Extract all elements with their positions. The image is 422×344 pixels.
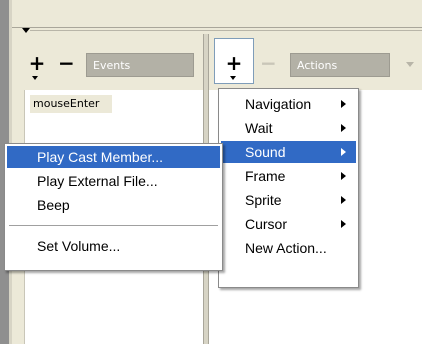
submenu-arrow-icon [341, 196, 346, 204]
submenu-arrow-icon [341, 148, 346, 156]
menu-separator [9, 225, 218, 229]
submenu-arrow-icon [341, 124, 346, 132]
menu-item-beep[interactable]: Beep [7, 194, 220, 216]
add-action-dropdown-icon[interactable] [230, 76, 236, 80]
menu-item-frame[interactable]: Frame [221, 165, 356, 187]
menu-item-label: Cursor [245, 216, 288, 232]
panel-top-bar [12, 0, 422, 28]
sound-submenu: Play Cast Member... Play External File..… [4, 143, 223, 271]
add-event-button[interactable]: + [26, 50, 48, 78]
remove-action-button[interactable]: − [260, 50, 277, 78]
add-event-dropdown-icon[interactable] [32, 76, 38, 80]
menu-item-label: Frame [245, 168, 286, 184]
menu-item-label: Beep [37, 197, 70, 213]
menu-item-wait[interactable]: Wait [221, 117, 356, 139]
submenu-arrow-icon [341, 100, 346, 108]
event-list-item-mouseenter[interactable]: mouseEnter [30, 95, 112, 113]
menu-item-sound[interactable]: Sound [221, 141, 356, 163]
actions-menu: Navigation Wait Sound Frame Sprite Curso… [218, 88, 359, 288]
menu-item-play-cast-member[interactable]: Play Cast Member... [7, 146, 220, 168]
panel-divider [30, 30, 422, 31]
menu-item-label: Play External File... [37, 173, 158, 189]
menu-item-navigation[interactable]: Navigation [221, 93, 356, 115]
menu-item-set-volume[interactable]: Set Volume... [7, 235, 220, 257]
menu-item-sprite[interactable]: Sprite [221, 189, 356, 211]
menu-item-label: Set Volume... [37, 238, 121, 254]
menu-item-cursor[interactable]: Cursor [221, 213, 356, 235]
submenu-arrow-icon [341, 172, 346, 180]
actions-field-dropdown-icon[interactable] [406, 62, 414, 67]
submenu-arrow-icon [341, 220, 346, 228]
actions-field: Actions [290, 53, 390, 77]
events-field: Events [86, 53, 194, 77]
menu-item-label: Wait [245, 120, 273, 136]
menu-item-play-external-file[interactable]: Play External File... [7, 170, 220, 192]
add-action-button[interactable]: + [223, 50, 245, 78]
menu-item-label: Sprite [245, 192, 282, 208]
menu-item-label: New Action... [245, 240, 327, 256]
collapse-arrow-icon[interactable] [22, 28, 30, 33]
menu-item-label: Navigation [245, 96, 312, 112]
menu-item-label: Play Cast Member... [37, 149, 164, 165]
menu-item-new-action[interactable]: New Action... [221, 237, 356, 259]
remove-event-button[interactable]: − [58, 50, 75, 78]
menu-item-label: Sound [245, 144, 286, 160]
